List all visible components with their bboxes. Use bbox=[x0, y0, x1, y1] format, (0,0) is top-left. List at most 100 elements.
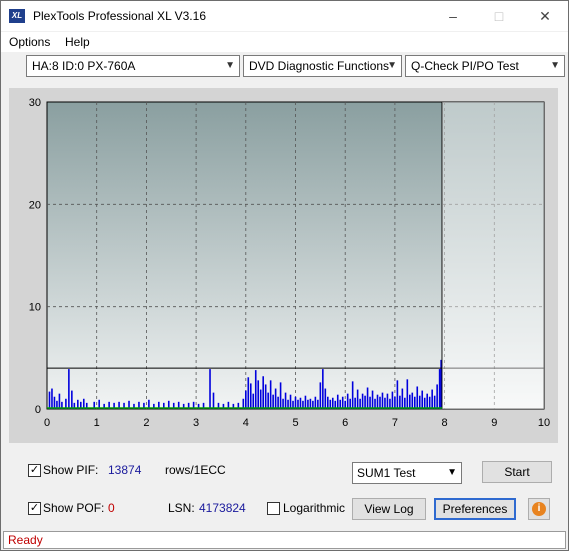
status-bar: Ready bbox=[3, 531, 566, 549]
sum-test-value: SUM1 Test bbox=[357, 466, 416, 480]
show-pof-label: Show POF: bbox=[43, 501, 105, 515]
start-button-label: Start bbox=[504, 465, 530, 479]
pi-po-chart: 0 1 2 3 4 5 6 7 8 9 10 0 10 20 30 bbox=[29, 97, 550, 429]
pi-bar bbox=[436, 384, 438, 409]
x-tick-label: 2 bbox=[143, 417, 149, 429]
pi-bar bbox=[284, 392, 287, 409]
menu-options[interactable]: Options bbox=[9, 35, 50, 49]
app-window: XL PlexTools Professional XL V3.16 – □ ✕… bbox=[0, 0, 569, 551]
pi-bar bbox=[356, 389, 359, 409]
pi-bar bbox=[289, 394, 292, 409]
pi-bar bbox=[249, 383, 252, 409]
pi-bar bbox=[426, 393, 429, 409]
pi-bar bbox=[327, 396, 329, 409]
pi-bar bbox=[68, 369, 70, 409]
pif-unit: rows/1ECC bbox=[165, 463, 226, 477]
pi-bar bbox=[361, 393, 364, 409]
pi-bar bbox=[262, 376, 264, 409]
x-tick-label: 6 bbox=[342, 417, 348, 429]
pi-bar bbox=[53, 396, 56, 409]
chart-panel: 0 1 2 3 4 5 6 7 8 9 10 0 10 20 30 bbox=[9, 88, 558, 443]
minimize-button[interactable]: – bbox=[430, 1, 476, 31]
pi-bar bbox=[264, 384, 267, 409]
app-logo-icon: XL bbox=[9, 9, 25, 23]
lsn-value: 4173824 bbox=[199, 501, 246, 515]
pi-bar bbox=[428, 396, 431, 409]
pi-bar bbox=[399, 395, 401, 409]
drive-select-value: HA:8 ID:0 PX-760A bbox=[32, 59, 136, 73]
test-select[interactable]: Q-Check PI/PO Test ▼ bbox=[405, 55, 565, 77]
chevron-down-icon: ▼ bbox=[447, 467, 457, 478]
x-tick-label: 3 bbox=[193, 417, 199, 429]
pi-bar bbox=[351, 381, 354, 409]
pi-bar bbox=[259, 389, 262, 409]
close-button[interactable]: ✕ bbox=[522, 1, 568, 31]
pi-bar bbox=[376, 394, 379, 409]
pi-bar bbox=[294, 396, 297, 409]
logarithmic-checkbox[interactable] bbox=[267, 502, 280, 515]
pi-bar bbox=[245, 390, 247, 409]
show-pof-checkbox[interactable]: ✓ bbox=[28, 502, 41, 515]
pi-bar bbox=[324, 388, 327, 409]
pi-bar bbox=[366, 387, 369, 409]
pi-bar bbox=[269, 380, 272, 409]
pi-bar bbox=[406, 379, 409, 409]
pi-bar bbox=[391, 391, 394, 409]
logarithmic-label: Logarithmic bbox=[283, 501, 346, 515]
function-select-value: DVD Diagnostic Functions bbox=[249, 59, 390, 73]
chevron-down-icon: ▼ bbox=[550, 60, 560, 71]
start-button[interactable]: Start bbox=[482, 461, 552, 483]
pi-bar bbox=[252, 393, 255, 409]
pi-bar bbox=[381, 392, 384, 409]
menu-bar: Options Help bbox=[1, 32, 568, 52]
maximize-button[interactable]: □ bbox=[476, 1, 522, 31]
pi-bar bbox=[346, 393, 349, 409]
sum-test-select[interactable]: SUM1 Test ▼ bbox=[352, 462, 462, 484]
window-title: PlexTools Professional XL V3.16 bbox=[33, 9, 206, 23]
pof-value: 0 bbox=[108, 501, 115, 515]
function-select[interactable]: DVD Diagnostic Functions ▼ bbox=[243, 55, 402, 77]
info-button[interactable]: i bbox=[528, 498, 550, 520]
unread-region bbox=[442, 102, 544, 409]
pi-bar bbox=[212, 392, 215, 409]
pi-bar bbox=[341, 396, 344, 409]
x-tick-label: 1 bbox=[94, 417, 100, 429]
pi-bar bbox=[369, 396, 371, 409]
pi-bar bbox=[314, 396, 317, 409]
chevron-down-icon: ▼ bbox=[387, 60, 397, 71]
pi-bar bbox=[379, 396, 381, 409]
x-tick-label: 9 bbox=[491, 417, 497, 429]
x-tick-label: 0 bbox=[44, 417, 50, 429]
pi-bar bbox=[257, 380, 260, 409]
y-tick-label: 30 bbox=[29, 97, 41, 109]
menu-help[interactable]: Help bbox=[65, 35, 90, 49]
pi-bar bbox=[274, 388, 277, 409]
view-log-label: View Log bbox=[364, 502, 414, 516]
pi-bar bbox=[51, 388, 53, 409]
pi-bar bbox=[394, 396, 396, 409]
status-text: Ready bbox=[8, 533, 43, 547]
test-select-value: Q-Check PI/PO Test bbox=[411, 59, 519, 73]
info-icon: i bbox=[532, 502, 546, 516]
pi-bar bbox=[336, 394, 339, 409]
pi-bar bbox=[438, 369, 441, 409]
y-tick-label: 20 bbox=[29, 199, 41, 211]
pi-bar bbox=[279, 382, 282, 409]
pi-bar bbox=[272, 394, 274, 409]
pi-bar bbox=[247, 377, 250, 409]
y-tick-label: 10 bbox=[29, 302, 41, 314]
show-pif-checkbox[interactable]: ✓ bbox=[28, 464, 41, 477]
y-tick-label: 0 bbox=[35, 404, 41, 416]
pi-bar bbox=[364, 395, 366, 409]
drive-select[interactable]: HA:8 ID:0 PX-760A ▼ bbox=[26, 55, 240, 77]
pi-bar bbox=[48, 391, 51, 409]
pi-bar bbox=[418, 395, 421, 409]
title-bar: XL PlexTools Professional XL V3.16 – □ ✕ bbox=[1, 1, 568, 31]
pi-bar bbox=[267, 392, 269, 409]
pi-bar bbox=[396, 380, 399, 409]
pi-bar bbox=[409, 394, 411, 409]
preferences-button[interactable]: Preferences bbox=[434, 498, 516, 520]
pi-bar bbox=[209, 369, 211, 409]
view-log-button[interactable]: View Log bbox=[352, 498, 426, 520]
pi-bar bbox=[416, 386, 419, 409]
